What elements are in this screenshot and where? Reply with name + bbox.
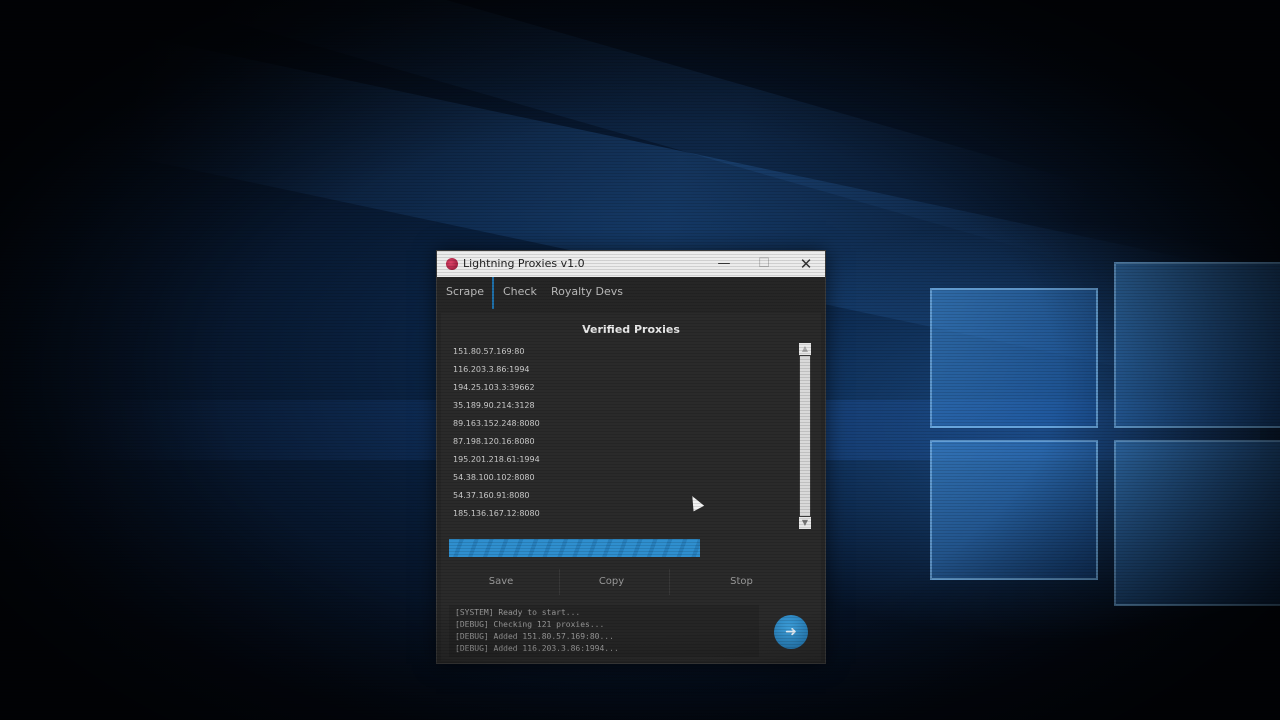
maximize-button[interactable]: ☐	[749, 253, 779, 275]
log-console[interactable]: [SYSTEM] Ready to start... [DEBUG] Check…	[449, 605, 759, 657]
log-line: [SYSTEM] Ready to start...	[455, 608, 581, 617]
logo-pane	[1114, 440, 1280, 606]
list-item[interactable]: 185.136.167.12:8080	[453, 509, 540, 518]
list-item[interactable]: 89.163.152.248:8080	[453, 419, 540, 428]
tab-royalty-devs[interactable]: Royalty Devs	[551, 285, 623, 298]
tab-check[interactable]: Check	[503, 285, 537, 298]
list-item[interactable]: 116.203.3.86:1994	[453, 365, 530, 374]
verified-proxies-panel: Verified Proxies 151.80.57.169:80 116.20…	[441, 313, 821, 661]
window-title: Lightning Proxies v1.0	[463, 257, 585, 270]
list-item[interactable]: 195.201.218.61:1994	[453, 455, 540, 464]
progress-fill	[449, 539, 700, 557]
list-item[interactable]: 151.80.57.169:80	[453, 347, 524, 356]
list-item[interactable]: 54.38.100.102:8080	[453, 473, 535, 482]
chevron-up-icon[interactable]: ▲	[799, 343, 811, 355]
scrollbar-thumb[interactable]	[800, 356, 810, 516]
light-beam	[206, 0, 1094, 263]
minimize-button[interactable]: —	[709, 253, 739, 275]
log-line: [DEBUG] Added 151.80.57.169:80...	[455, 632, 614, 641]
log-line: [DEBUG] Checking 121 proxies...	[455, 620, 605, 629]
stop-button[interactable]: Stop	[669, 569, 813, 595]
logo-pane	[930, 440, 1098, 580]
logo-pane	[1114, 262, 1280, 428]
list-scrollbar[interactable]: ▲ ▼	[799, 343, 811, 529]
copy-button[interactable]: Copy	[559, 569, 663, 595]
proxy-list[interactable]: 151.80.57.169:80 116.203.3.86:1994 194.2…	[453, 343, 793, 529]
chevron-down-icon[interactable]: ▼	[799, 517, 811, 529]
arrow-right-icon[interactable]: ➜	[774, 615, 808, 649]
lightning-app-icon	[446, 258, 458, 270]
list-item[interactable]: 35.189.90.214:3128	[453, 401, 535, 410]
active-tab-indicator	[492, 277, 494, 309]
desktop-background: Lightning Proxies v1.0 — ☐ ✕ Scrape Chec…	[0, 0, 1280, 720]
list-item[interactable]: 194.25.103.3:39662	[453, 383, 535, 392]
close-button[interactable]: ✕	[791, 253, 821, 275]
log-line: [DEBUG] Added 116.203.3.86:1994...	[455, 644, 619, 653]
tab-bar: Scrape Check Royalty Devs	[437, 277, 825, 309]
windows-logo	[930, 262, 1280, 612]
progress-bar	[449, 539, 813, 557]
list-item[interactable]: 87.198.120.16:8080	[453, 437, 535, 446]
save-button[interactable]: Save	[449, 569, 553, 595]
app-window: Lightning Proxies v1.0 — ☐ ✕ Scrape Chec…	[436, 250, 826, 664]
action-row: Save Copy Stop	[449, 569, 813, 595]
list-item[interactable]: 54.37.160.91:8080	[453, 491, 530, 500]
logo-pane	[930, 288, 1098, 428]
title-bar[interactable]: Lightning Proxies v1.0 — ☐ ✕	[437, 251, 825, 277]
tab-scrape[interactable]: Scrape	[446, 285, 484, 298]
panel-title: Verified Proxies	[582, 323, 680, 336]
